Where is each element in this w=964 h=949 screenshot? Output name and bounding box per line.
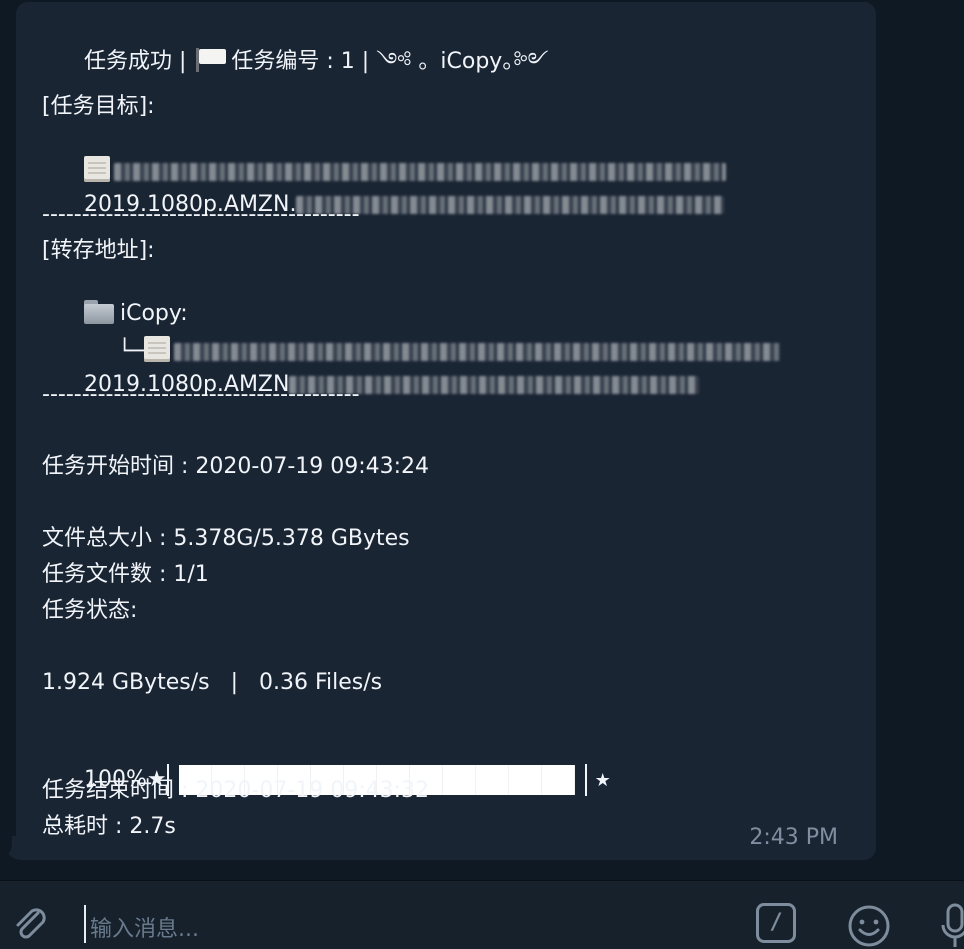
chat-area: 任务成功 | 任务编号 : 1 | ༺ 。iCopy。༻ [任务目标]: 201… — [0, 0, 964, 880]
status-label: 任务状态: — [42, 598, 138, 623]
progress-right-bar — [584, 764, 587, 796]
elapsed-time: 总耗时 : 2.7s — [42, 814, 176, 839]
task-id: 任务编号 : 1 — [231, 49, 355, 74]
target-label: [任务目标]: — [42, 94, 155, 119]
message-input[interactable]: 输入消息... — [90, 911, 199, 943]
message-timestamp: 2:43 PM — [749, 825, 838, 850]
start-time: 任务开始时间 : 2020-07-19 09:43:24 — [42, 454, 430, 479]
message-bubble[interactable]: 任务成功 | 任务编号 : 1 | ༺ 。iCopy。༻ [任务目标]: 201… — [16, 2, 876, 860]
destination-label: [转存地址]: — [42, 238, 155, 263]
slash-command-icon[interactable]: / — [756, 903, 796, 943]
separator: | — [171, 49, 194, 74]
total-size: 文件总大小 : 5.378G/5.378 GBytes — [42, 526, 410, 551]
smile-icon[interactable] — [846, 903, 892, 949]
brand-name: ༺ 。iCopy。༻ — [376, 49, 549, 74]
divider-2: ---------------------------------------- — [42, 382, 360, 407]
message-composer: 输入消息... / — [0, 880, 964, 949]
file-count: 任务文件数 : 1/1 — [42, 562, 209, 587]
end-time: 任务结束时间 : 2020-07-19 09:43:32 — [42, 778, 430, 803]
transfer-speed: 1.924 GBytes/s | 0.36 Files/s — [42, 670, 383, 695]
paperclip-icon[interactable] — [10, 903, 50, 943]
microphone-icon[interactable] — [940, 903, 964, 949]
message-header: 任务成功 | 任务编号 : 1 | ༺ 。iCopy。༻ — [42, 22, 549, 101]
progress-end-star: ★ — [594, 770, 611, 791]
divider: ---------------------------------------- — [42, 202, 360, 227]
task-status: 任务成功 — [83, 49, 172, 74]
white-flag-icon — [195, 48, 227, 72]
redacted-filename — [296, 196, 725, 214]
text-caret — [84, 905, 86, 943]
separator: | — [354, 49, 377, 74]
